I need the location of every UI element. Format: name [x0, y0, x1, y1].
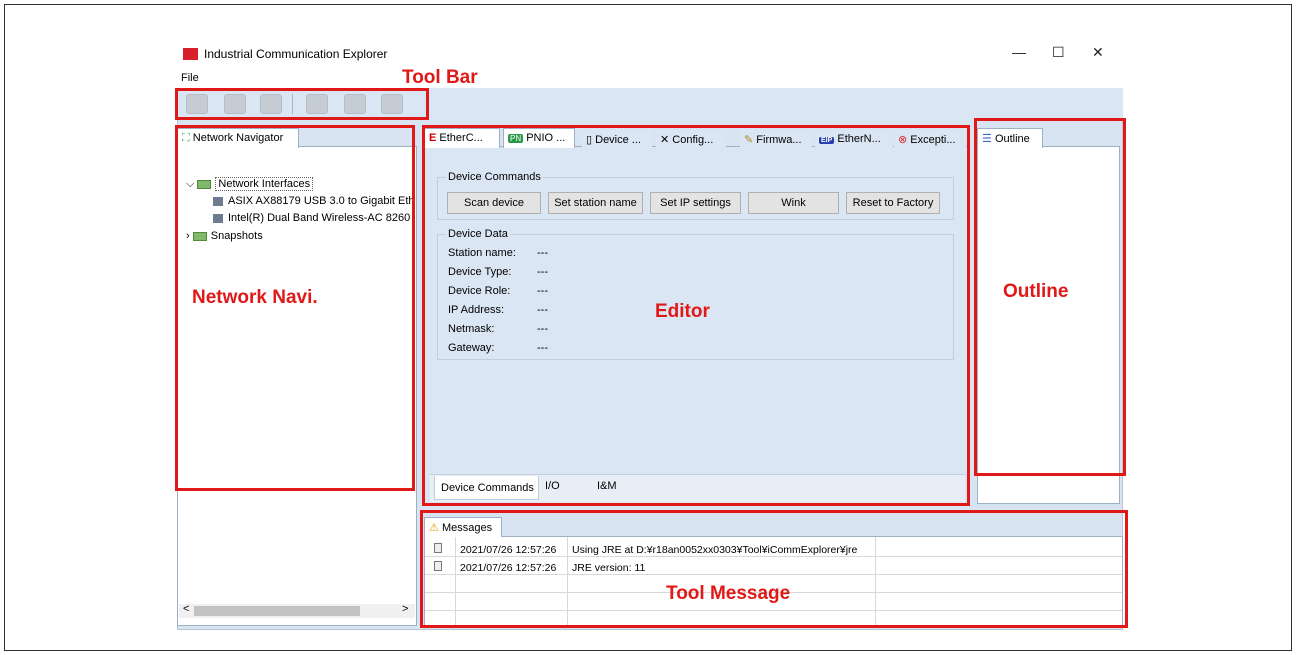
app-logo-icon	[183, 48, 198, 60]
menu-file[interactable]: File	[181, 72, 199, 84]
window-title: Industrial Communication Explorer	[204, 47, 388, 61]
scrollbar-thumb[interactable]	[194, 606, 360, 616]
scroll-right-icon[interactable]: >	[402, 603, 408, 615]
close-button[interactable]: ✕	[1092, 44, 1104, 61]
toolbar-highlight-box	[175, 88, 429, 120]
messages-highlight-box	[420, 510, 1128, 628]
toolbar-annotation: Tool Bar	[402, 67, 478, 88]
outline-annotation: Outline	[1003, 281, 1069, 302]
editor-annotation: Editor	[655, 301, 710, 322]
minimize-button[interactable]: —	[1012, 44, 1026, 60]
scroll-left-icon[interactable]: <	[183, 603, 189, 615]
network-annotation: Network Navi.	[192, 287, 318, 308]
maximize-button[interactable]: ☐	[1052, 44, 1065, 61]
menu-bar	[177, 68, 1123, 88]
messages-annotation: Tool Message	[666, 583, 791, 604]
